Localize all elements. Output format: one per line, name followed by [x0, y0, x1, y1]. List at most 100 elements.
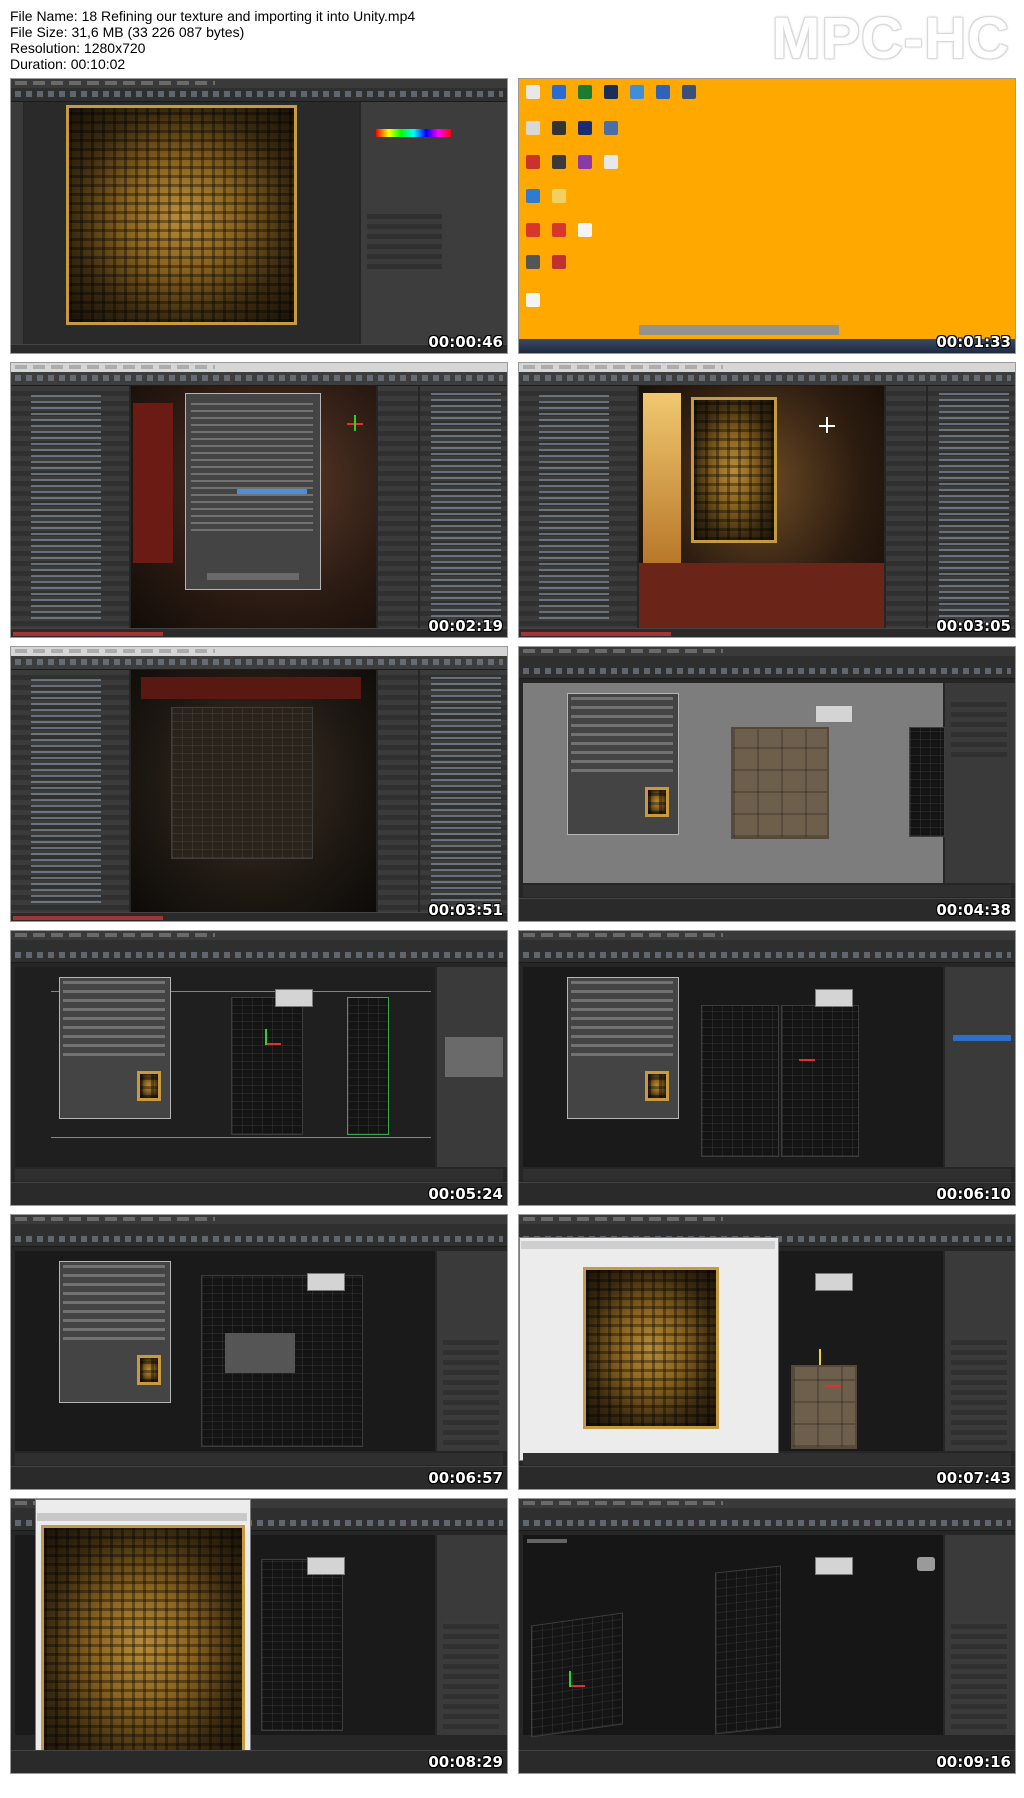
thumbnail-9[interactable]: 00:06:57 [10, 1214, 508, 1490]
desktop-icon [604, 85, 618, 99]
thumbnail-3[interactable]: 00:02:19 [10, 362, 508, 638]
inspector-items [939, 391, 1009, 623]
desktop-icon [656, 85, 670, 99]
tools-panel [11, 102, 23, 345]
desktop-icon [552, 223, 566, 237]
inspector-items [431, 391, 501, 623]
gizmo-y [265, 1029, 267, 1045]
app-menubar [11, 647, 507, 656]
hierarchy-items [31, 677, 101, 907]
desktop-icon [526, 155, 540, 169]
desktop-icon [526, 255, 540, 269]
floating-toolbar[interactable] [275, 989, 313, 1007]
timestamp: 00:08:29 [428, 1753, 503, 1771]
window-tooltip [639, 325, 839, 335]
door-model [701, 1005, 779, 1157]
hierarchy-items [539, 393, 609, 623]
thumbnail-5[interactable]: 00:03:51 [10, 646, 508, 922]
door-model [731, 727, 829, 839]
grey-plane [225, 1333, 295, 1373]
file-info-header: File Name: 18 Refining our texture and i… [10, 8, 710, 72]
curtain [141, 677, 361, 699]
project-panel [378, 386, 418, 629]
app-toolbar [519, 372, 1015, 386]
app-toolbar [11, 372, 507, 386]
door-model-side [347, 997, 389, 1135]
door-texture [691, 397, 777, 543]
app-menubar [11, 1215, 507, 1224]
layers-list [367, 209, 442, 269]
viewer-toolbar [37, 1513, 247, 1521]
thumbnail-4[interactable]: 00:03:05 [518, 362, 1016, 638]
floating-toolbar[interactable] [815, 705, 853, 723]
editor-rows [63, 1265, 165, 1345]
thumbnail-8[interactable]: 00:06:10 [518, 930, 1016, 1206]
desktop-icon [552, 85, 566, 99]
thumbnail-2[interactable]: 00:01:33 [518, 78, 1016, 354]
floating-toolbar[interactable] [815, 1557, 853, 1575]
editor-rows [63, 981, 165, 1061]
thumbnail-6[interactable]: 00:04:38 [518, 646, 1016, 922]
floating-toolbar[interactable] [307, 1557, 345, 1575]
floating-toolbar[interactable] [815, 989, 853, 1007]
app-menubar [519, 931, 1015, 940]
desktop-icon [682, 85, 696, 99]
door-model [231, 997, 303, 1135]
timeline [15, 1169, 503, 1181]
app-menubar [519, 1215, 1015, 1224]
dialog-highlight [237, 489, 307, 494]
desktop-icon [526, 189, 540, 203]
door-model-side [909, 727, 945, 837]
desktop-icon [526, 85, 540, 99]
floating-toolbar[interactable] [307, 1273, 345, 1291]
material-preview [645, 787, 669, 817]
thumbnail-12[interactable]: 00:09:16 [518, 1498, 1016, 1774]
viewcube[interactable] [917, 1557, 935, 1571]
app-toolbar [519, 656, 1015, 679]
editor-rows [571, 981, 673, 1061]
gizmo-x [799, 1059, 815, 1061]
editor-rows [571, 697, 673, 777]
timestamp: 00:00:46 [428, 333, 503, 351]
rendered-door [583, 1267, 719, 1429]
command-panel-rollouts [951, 1335, 1007, 1445]
thumbnail-10[interactable]: 00:07:43 [518, 1214, 1016, 1490]
gizmo-x [825, 1385, 841, 1387]
timestamp: 00:05:24 [428, 1185, 503, 1203]
timeline [523, 1453, 1011, 1465]
desktop-icon [552, 121, 566, 135]
desktop-icon [604, 155, 618, 169]
floating-toolbar[interactable] [815, 1273, 853, 1291]
desktop-icon [578, 155, 592, 169]
file-size: File Size: 31,6 MB (33 226 087 bytes) [10, 24, 245, 40]
resolution: Resolution: 1280x720 [10, 40, 146, 56]
app-toolbar [519, 940, 1015, 963]
thumbnail-7[interactable]: 00:05:24 [10, 930, 508, 1206]
gizmo-y [569, 1671, 571, 1687]
timestamp: 00:02:19 [428, 617, 503, 635]
desktop-icon [578, 223, 592, 237]
gizmo-y [354, 415, 356, 431]
command-panel-preview [445, 1037, 503, 1077]
thumbnail-11[interactable]: 00:08:29 [10, 1498, 508, 1774]
timeline [523, 1169, 1011, 1181]
app-toolbar [519, 1508, 1015, 1531]
app-toolbar [11, 88, 507, 102]
desktop-icon [526, 293, 540, 307]
material-preview [137, 1355, 161, 1385]
timestamp: 00:06:10 [936, 1185, 1011, 1203]
curtain [133, 403, 173, 563]
app-menubar [519, 1499, 1015, 1508]
dialog-rows [191, 403, 313, 533]
gizmo-x [569, 1685, 585, 1687]
timestamp: 00:07:43 [936, 1469, 1011, 1487]
thumbnail-1[interactable]: 00:00:46 [10, 78, 508, 354]
command-panel-rollouts [951, 697, 1007, 757]
command-panel-rollouts [443, 1335, 499, 1445]
selected-item [953, 1035, 1011, 1041]
dialog-button[interactable] [207, 573, 299, 580]
app-menubar [11, 931, 507, 940]
gizmo-y [819, 1349, 821, 1365]
door-model [715, 1565, 781, 1735]
viewport-label [527, 1539, 567, 1543]
